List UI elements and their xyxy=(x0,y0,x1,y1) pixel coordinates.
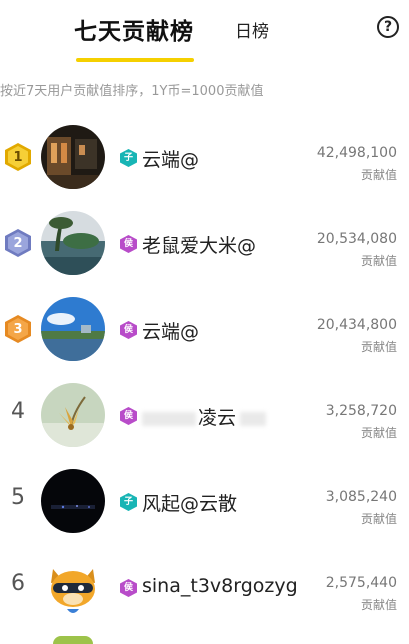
level-badge-icon: 侯 xyxy=(120,321,137,339)
contribution-score: 42,498,100 xyxy=(316,145,397,161)
user-name[interactable]: 云端@ xyxy=(142,145,199,172)
user-name[interactable]: 老鼠爱大米@ xyxy=(142,231,256,258)
ranking-tabs: 七天贡献榜 日榜 ? xyxy=(0,0,409,66)
list-item[interactable]: 2 侯 老鼠爱大米@ 20,534,080 贡献值 xyxy=(0,205,409,291)
contribution-label: 贡献值 xyxy=(360,340,397,354)
list-item[interactable]: 3 侯 云端@ 20,434,800 贡献值 xyxy=(0,291,409,377)
avatar-partial xyxy=(53,636,93,644)
tab-seven-day[interactable]: 七天贡献榜 xyxy=(74,12,194,46)
rank-number: 4 xyxy=(11,399,25,424)
list-item[interactable]: 6 侯 sina_t3v8rgozyg 2,575,440 贡献值 xyxy=(0,549,409,635)
user-name[interactable]: 凌云 xyxy=(142,403,268,430)
avatar[interactable] xyxy=(41,555,105,619)
list-item[interactable]: 1 子 云端@ 42,498,100 贡献值 xyxy=(0,119,409,205)
active-tab-indicator xyxy=(76,58,194,62)
rank-badge-bronze: 3 xyxy=(5,315,31,343)
help-icon[interactable]: ? xyxy=(377,16,399,38)
contribution-score: 3,085,240 xyxy=(325,489,397,505)
contribution-label: 贡献值 xyxy=(360,426,397,440)
level-badge-icon: 侯 xyxy=(120,407,137,425)
avatar[interactable] xyxy=(41,125,105,189)
level-badge-icon: 子 xyxy=(120,493,137,511)
contribution-score: 3,258,720 xyxy=(325,403,397,419)
contribution-score: 20,534,080 xyxy=(316,231,397,247)
avatar[interactable] xyxy=(41,469,105,533)
level-badge-icon: 侯 xyxy=(120,235,137,253)
contribution-label: 贡献值 xyxy=(360,512,397,526)
tab-daily[interactable]: 日榜 xyxy=(235,17,269,42)
user-name[interactable]: 云端@ xyxy=(142,317,199,344)
rank-number: 5 xyxy=(11,485,25,510)
redacted-text xyxy=(240,411,267,426)
contribution-score: 2,575,440 xyxy=(325,575,397,591)
user-name[interactable]: sina_t3v8rgozyg xyxy=(142,575,298,597)
level-badge-icon: 子 xyxy=(120,149,137,167)
contribution-score: 20,434,800 xyxy=(316,317,397,333)
avatar[interactable] xyxy=(41,297,105,361)
contribution-label: 贡献值 xyxy=(360,254,397,268)
rank-badge-silver: 2 xyxy=(5,229,31,257)
level-badge-icon: 侯 xyxy=(120,579,137,597)
contribution-label: 贡献值 xyxy=(360,598,397,612)
avatar[interactable] xyxy=(41,211,105,275)
rank-number: 6 xyxy=(11,571,25,596)
user-name[interactable]: 风起@云散 xyxy=(142,489,237,516)
rank-badge-gold: 1 xyxy=(5,143,31,171)
ranking-description: 按近7天用户贡献值排序，1Y币=1000贡献值 xyxy=(0,84,264,99)
list-item[interactable]: 4 侯 凌云 3,258,720 贡献值 xyxy=(0,377,409,463)
list-item[interactable]: 5 子 风起@云散 3,085,240 贡献值 xyxy=(0,463,409,549)
redacted-text xyxy=(142,411,196,426)
contribution-label: 贡献值 xyxy=(360,168,397,182)
avatar[interactable] xyxy=(41,383,105,447)
